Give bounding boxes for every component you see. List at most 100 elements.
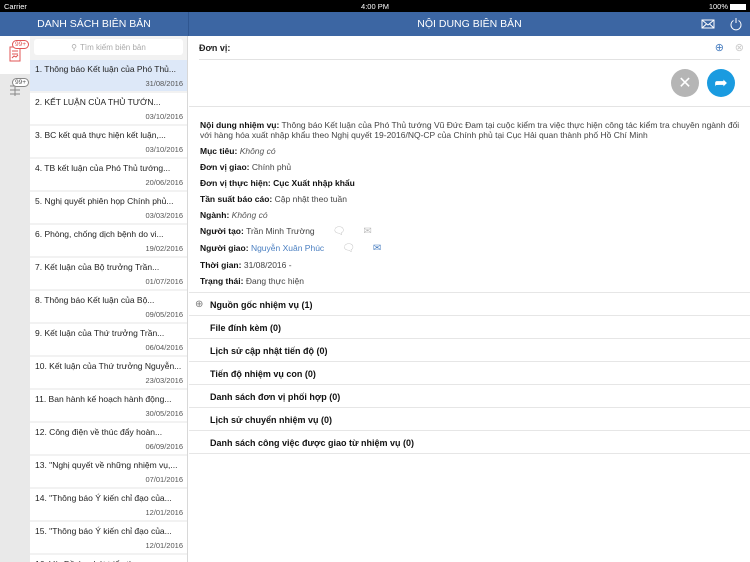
list-item[interactable]: 13. "Nghị quyết về những nhiệm vụ,... 07/… [30,456,187,487]
info-label: Đơn vị giao: [200,162,250,172]
list-item[interactable]: 10. Kết luận của Thứ trưởng Nguyễn... 23/… [30,357,187,388]
expand-icon[interactable]: ⊕ [195,299,203,310]
list-item[interactable]: 4. TB kết luận của Phó Thủ tướng... 20/06… [30,159,187,190]
item-title: 7. Kết luận của Bộ trưởng Trần... [35,262,160,272]
section-header[interactable]: Danh sách đơn vị phối hợp (0) [189,384,750,407]
section-header[interactable]: Danh sách công việc được giao từ nhiệm v… [189,430,750,453]
item-date: 09/05/2016 [145,310,183,319]
item-date: 23/03/2016 [145,376,183,385]
list-item[interactable]: 3. BC kết quả thực hiện kết luận,... 03/1… [30,126,187,157]
info-label: Đơn vị thực hiện: [200,178,271,188]
chat-icon[interactable]: 🗨︎ [342,244,355,254]
item-date: 06/09/2016 [145,442,183,451]
rail-item-reports[interactable]: 99+ [0,36,30,74]
item-title: 12. Công điện về thúc đẩy hoàn... [35,427,163,437]
sections: ⊕ Nguồn gốc nhiệm vụ (1) File đính kèm (0)… [189,292,750,461]
item-title: 8. Thông báo Kết luận của Bộ... [35,295,155,305]
add-icon[interactable]: ⊕ [715,41,724,54]
info-label: Tần suất báo cáo: [200,194,273,204]
info-row: Đơn vị giao: Chính phủ [200,162,744,172]
list-item[interactable]: 8. Thông báo Kết luận của Bộ... 09/05/201… [30,291,187,322]
list-item[interactable]: 15. "Thông báo Ý kiến chỉ đạo của... 12/0… [30,522,187,553]
info-value: Chính phủ [251,162,292,172]
item-title: 6. Phòng, chống dịch bệnh do vi... [35,229,164,239]
list-title: DANH SÁCH BIÊN BẢN [37,18,151,30]
item-date: 31/08/2016 [145,79,183,88]
item-title: 5. Nghị quyết phiên họp Chính phủ... [35,196,174,206]
list-item[interactable]: 16. V/v Đề án phát triển thương... [30,555,187,562]
detail-title: NỘI DUNG BIÊN BẢN [417,18,522,30]
clear-icon[interactable]: ⊗ [735,41,744,54]
info-row: Thời gian: 31/08/2016 - [200,260,744,270]
section-header[interactable]: Tiến độ nhiệm vụ con (0) [189,361,750,384]
info-label: Mục tiêu: [200,146,238,156]
detail-panel: Đơn vị: ⊕ ⊗ ✕ ➦ Nội dung nhiệm vụ: Thông… [189,36,750,562]
search-placeholder: Tìm kiếm biên bản [80,42,146,52]
rail-item-list[interactable]: 99+ [0,74,30,104]
donvi-row: Đơn vị: ⊕ ⊗ [199,36,744,60]
item-date: 30/05/2016 [145,409,183,418]
forward-button[interactable]: ➦ [707,69,735,97]
mail-icon[interactable] [701,17,715,31]
item-title: 3. BC kết quả thực hiện kết luận,... [35,130,166,140]
section-title: Tiến độ nhiệm vụ con (0) [210,369,316,379]
section-title: Danh sách công việc được giao từ nhiệm v… [210,438,414,448]
mail-icon[interactable]: ✉︎ [363,227,371,237]
list-item[interactable]: 5. Nghị quyết phiên họp Chính phủ... 03/0… [30,192,187,223]
item-title: 13. "Nghị quyết về những nhiệm vụ,... [35,460,178,470]
list-item[interactable]: 2. KẾT LUẬN CỦA THỦ TƯỚN... 03/10/2016 [30,93,187,124]
item-date: 19/02/2016 [145,244,183,253]
donvi-label: Đơn vị: [199,43,231,53]
info-row: Nội dung nhiệm vụ: Thông báo Kết luận củ… [200,120,744,140]
info-row: Trạng thái: Đang thực hiện [200,276,744,286]
item-title: 2. KẾT LUẬN CỦA THỦ TƯỚN... [35,97,161,107]
search-icon: ⚲ [71,42,78,52]
reports-badge: 99+ [12,40,30,49]
list-item[interactable]: 7. Kết luận của Bộ trưởng Trần... 01/07/2… [30,258,187,289]
item-date: 07/01/2016 [145,475,183,484]
item-date: 20/06/2016 [145,178,183,187]
section-title: Lịch sử chuyển nhiệm vụ (0) [210,415,333,425]
info-value: 31/08/2016 - [243,260,292,270]
header: DANH SÁCH BIÊN BẢN NỘI DUNG BIÊN BẢN [0,12,750,36]
section-header[interactable]: ⊕ Nguồn gốc nhiệm vụ (1) [189,292,750,315]
item-title: 14. "Thông báo Ý kiến chỉ đạo của... [35,493,172,503]
section-header[interactable]: Lịch sử chuyển nhiệm vụ (0) [189,407,750,430]
item-date: 06/04/2016 [145,343,183,352]
info-row: Đơn vị thực hiện: Cục Xuất nhập khẩu [200,178,744,188]
list-item[interactable]: 14. "Thông báo Ý kiến chỉ đạo của... 12/0… [30,489,187,520]
info-label: Người giao: [200,243,249,253]
status-bar: Carrier 4:00 PM 100% [0,0,750,12]
divider [189,106,750,107]
info-label: Trạng thái: [200,276,244,286]
info-value: Đang thực hiện [245,276,304,286]
mail-icon[interactable]: ✉︎ [373,244,381,254]
info-label: Người tạo: [200,226,244,236]
info-label: Ngành: [200,210,230,220]
item-date: 01/07/2016 [145,277,183,286]
section-title: Danh sách đơn vị phối hợp (0) [210,392,341,402]
info-label: Nội dung nhiệm vụ: [200,120,280,130]
clock: 4:00 PM [361,1,389,11]
cancel-button[interactable]: ✕ [671,69,699,97]
list-item[interactable]: 1. Thông báo Kết luận của Phó Thủ... 31/0… [30,60,187,91]
list-item[interactable]: 9. Kết luận của Thứ trưởng Trần... 06/04/… [30,324,187,355]
section-header[interactable]: Lịch sử cập nhật tiến độ (0) [189,338,750,361]
info-row: Người tạo: Trần Minh Trường 🗨︎ ✉︎ [200,226,744,237]
chat-icon[interactable]: 🗨︎ [333,227,346,237]
item-title: 15. "Thông báo Ý kiến chỉ đạo của... [35,526,172,536]
section-header[interactable]: File đính kèm (0) [189,315,750,338]
list-item[interactable]: 6. Phòng, chống dịch bệnh do vi... 19/02/… [30,225,187,256]
info-value[interactable]: Nguyễn Xuân Phúc [251,243,324,253]
report-list-panel: ⚲ Tìm kiếm biên bản 1. Thông báo Kết luậ… [30,36,188,562]
list-item[interactable]: 12. Công điện về thúc đẩy hoàn... 06/09/2… [30,423,187,454]
info-label: Thời gian: [200,260,242,270]
item-title: 4. TB kết luận của Phó Thủ tướng... [35,163,171,173]
item-date: 12/01/2016 [145,508,183,517]
list-item[interactable]: 11. Ban hành kế hoạch hành động... 30/05/… [30,390,187,421]
info-value: Cập nhật theo tuần [274,194,347,204]
power-icon[interactable] [729,17,743,31]
task-info: Nội dung nhiệm vụ: Thông báo Kết luận củ… [200,120,744,292]
section-title: File đính kèm (0) [210,323,282,333]
search-input[interactable]: ⚲ Tìm kiếm biên bản [34,39,183,55]
